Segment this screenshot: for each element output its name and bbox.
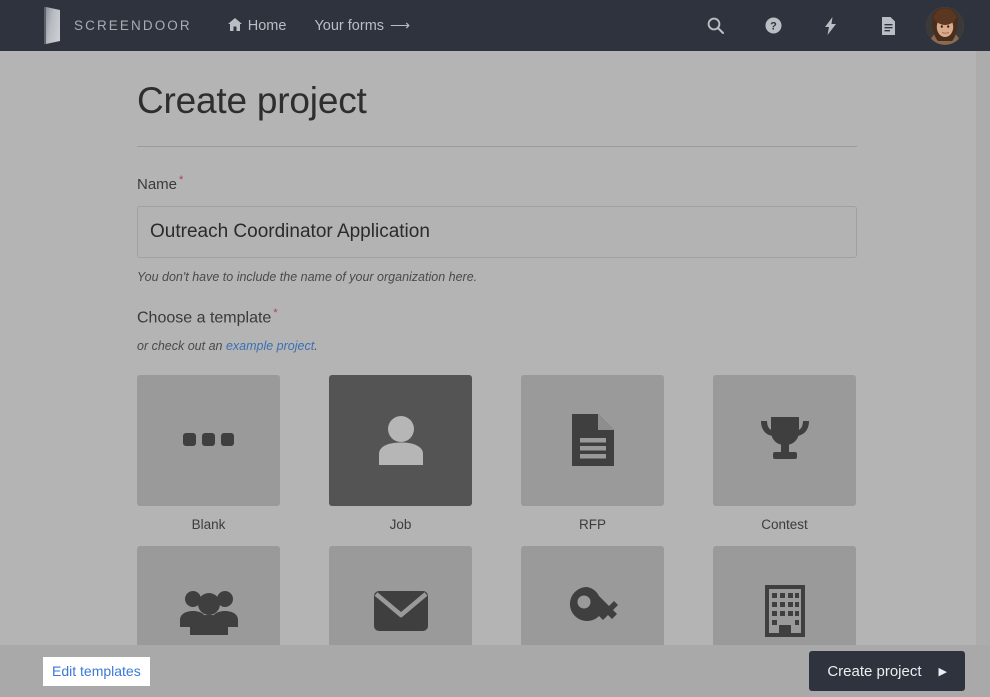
page-body: Create project Name* You don't have to i… [0, 51, 976, 697]
name-help-text: You don't have to include the name of yo… [137, 269, 478, 284]
project-name-input[interactable] [137, 205, 857, 258]
page-title: Create project [137, 80, 367, 121]
template-tile-job [329, 374, 472, 506]
svg-text:?: ? [770, 21, 777, 33]
key-icon [569, 587, 618, 622]
document-icon[interactable] [860, 16, 918, 35]
template-card-rfp[interactable]: RFP [521, 374, 664, 532]
people-icon [179, 591, 238, 636]
example-project-link[interactable]: example project [226, 339, 314, 353]
template-card-contest[interactable]: Contest [713, 374, 856, 532]
choose-template-label: Choose a template * [137, 307, 857, 327]
envelope-icon [373, 591, 428, 632]
template-tile-contest [713, 374, 856, 506]
nav-link-home[interactable]: Home [227, 17, 287, 34]
create-project-button[interactable]: Create project ▶ [809, 651, 965, 691]
caret-right-icon: ▶ [938, 665, 947, 678]
search-icon[interactable] [686, 17, 744, 34]
title-divider [137, 145, 857, 147]
nav-right-actions: ? [686, 6, 964, 45]
required-asterisk: * [179, 173, 184, 186]
brand-name: SCREENDOOR [74, 18, 192, 33]
nav-link-home-label: Home [247, 17, 287, 34]
footer-bar: Edit templates Create project ▶ [0, 645, 990, 697]
page-scrollbar[interactable] [976, 51, 990, 697]
nav-link-your-forms[interactable]: Your forms ⟶ [314, 17, 410, 34]
trophy-icon [760, 417, 809, 460]
example-project-line: or check out an example project. [137, 339, 857, 353]
building-icon [764, 585, 805, 638]
create-project-label: Create project [827, 662, 922, 680]
example-suffix: . [314, 338, 318, 353]
template-label-contest: Contest [761, 516, 808, 532]
user-avatar[interactable] [926, 6, 964, 45]
required-asterisk-template: * [273, 306, 278, 319]
template-label-blank: Blank [191, 516, 226, 532]
edit-templates-link[interactable]: Edit templates [43, 656, 150, 686]
template-card-job[interactable]: Job [329, 374, 472, 532]
template-card-blank[interactable]: Blank [137, 374, 280, 532]
door-logo-icon [44, 7, 62, 44]
template-label-rfp: RFP [579, 516, 606, 532]
template-tile-rfp [521, 374, 664, 506]
arrow-right-icon: ⟶ [390, 17, 411, 33]
template-tile-blank [137, 374, 280, 506]
name-label-text: Name [137, 175, 178, 193]
ellipsis-icon [182, 433, 234, 447]
template-label-job: Job [389, 516, 412, 532]
top-navbar: SCREENDOOR Home Your forms ⟶ ? [0, 0, 990, 51]
form-content: Create project Name* You don't have to i… [137, 80, 857, 688]
template-grid: Blank Job RFP Contest [137, 374, 857, 688]
document-icon [571, 414, 614, 467]
bolt-icon[interactable] [802, 16, 860, 35]
person-icon [378, 416, 423, 466]
home-icon [227, 18, 242, 33]
choose-template-text: Choose a template [137, 308, 272, 326]
name-field-label: Name * [137, 174, 857, 193]
help-circle-icon[interactable]: ? [744, 17, 802, 34]
example-prefix: or check out an [137, 338, 226, 353]
nav-link-your-forms-label: Your forms [314, 17, 385, 34]
nav-links: Home Your forms ⟶ [227, 17, 410, 34]
brand[interactable]: SCREENDOOR [44, 7, 192, 44]
